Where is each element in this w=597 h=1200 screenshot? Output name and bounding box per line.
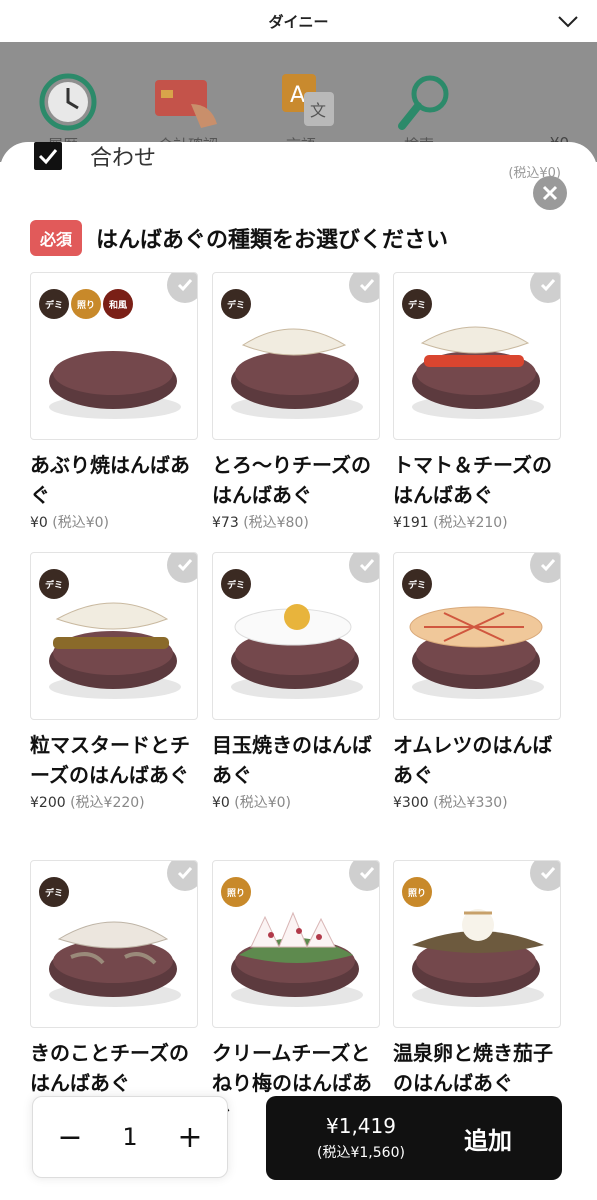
close-icon xyxy=(542,185,558,201)
sauce-tag: デミ xyxy=(221,569,251,599)
option-price: ¥191 xyxy=(393,515,429,531)
checkbox-checked[interactable] xyxy=(34,142,62,170)
option-price-tax: (税込¥210) xyxy=(433,515,508,531)
option-card[interactable]: デミとろ〜りチーズのはんばあぐ ¥73 (税込¥80) xyxy=(212,272,380,532)
decrement-button[interactable]: − xyxy=(55,1120,85,1155)
sauce-tag: デミ xyxy=(39,569,69,599)
option-card[interactable]: デミ粒マスタードとチーズのはんばあぐ ¥200 (税込¥220) xyxy=(30,552,198,812)
option-price-row: ¥0 (税込¥0) xyxy=(30,512,198,532)
hamburg-image[interactable]: デミ 照り 和風 xyxy=(30,272,198,440)
option-name: 温泉卵と焼き茄子のはんばあぐ xyxy=(393,1041,553,1095)
payment-card-icon xyxy=(146,62,226,142)
option-modal: 合わせ (税込¥0) 必須 はんばあぐの種類をお選びください デミ 照り 和風 あぶり… xyxy=(0,142,597,1200)
option-card[interactable]: デミトマト＆チーズのはんばあぐ ¥191 (税込¥210) xyxy=(393,272,561,532)
option-price-row: ¥300 (税込¥330) xyxy=(393,792,561,812)
close-button[interactable] xyxy=(533,176,567,210)
sauce-tag: デミ xyxy=(402,289,432,319)
option-price-tax: (税込¥330) xyxy=(433,795,508,811)
sauce-tag: 和風 xyxy=(103,289,133,319)
option-card[interactable]: 照り温泉卵と焼き茄子のはんばあぐ xyxy=(393,860,561,1100)
quantity-stepper: − 1 + xyxy=(32,1096,228,1178)
svg-text:A: A xyxy=(290,83,305,108)
required-badge: 必須 xyxy=(30,220,83,256)
option-price-tax: (税込¥80) xyxy=(243,515,309,531)
restaurant-title: ダイニー xyxy=(268,12,329,31)
sauce-tag: デミ xyxy=(39,289,69,319)
previous-option-label: 合わせ xyxy=(90,146,157,171)
hamburg-image[interactable]: デミ xyxy=(212,552,380,720)
total-price-tax: (税込¥1,560) xyxy=(317,1145,405,1161)
option-card[interactable]: デミオムレツのはんばあぐ ¥300 (税込¥330) xyxy=(393,552,561,812)
option-name: あぶり焼はんばあぐ xyxy=(30,453,190,507)
total-price-block: ¥1,419 (税込¥1,560) xyxy=(266,1114,456,1162)
option-price-row: ¥200 (税込¥220) xyxy=(30,792,198,812)
option-card[interactable]: デミ 照り 和風あぶり焼はんばあぐ ¥0 (税込¥0) xyxy=(30,272,198,532)
option-price: ¥0 xyxy=(30,515,48,531)
hamburg-image[interactable]: 照り xyxy=(393,860,561,1028)
app-header: ダイニー xyxy=(0,0,597,42)
option-price-tax: (税込¥0) xyxy=(234,795,292,811)
hamburg-image[interactable]: デミ xyxy=(30,552,198,720)
hamburg-image[interactable]: デミ xyxy=(393,552,561,720)
total-price: ¥1,419 xyxy=(326,1114,396,1138)
option-name: 粒マスタードとチーズのはんばあぐ xyxy=(30,733,190,787)
option-card[interactable]: 照りクリームチーズとねり梅のはんばあぐ xyxy=(212,860,380,1130)
option-price: ¥73 xyxy=(212,515,239,531)
option-price-row: ¥191 (税込¥210) xyxy=(393,512,561,532)
check-icon xyxy=(38,149,58,165)
quantity-value: 1 xyxy=(122,1123,138,1151)
option-name: 目玉焼きのはんばあぐ xyxy=(212,733,372,787)
option-name: トマト＆チーズのはんばあぐ xyxy=(393,453,552,507)
chevron-down-icon[interactable] xyxy=(555,8,581,34)
option-price: ¥300 xyxy=(393,795,429,811)
option-price-row: ¥73 (税込¥80) xyxy=(212,512,380,532)
hamburg-image[interactable]: デミ xyxy=(212,272,380,440)
add-to-order-button[interactable]: ¥1,419 (税込¥1,560) 追加 xyxy=(266,1096,562,1180)
add-label: 追加 xyxy=(464,1126,512,1155)
section-title: はんばあぐの種類をお選びください xyxy=(96,228,449,253)
svg-text:文: 文 xyxy=(310,101,326,120)
option-price: ¥200 xyxy=(30,795,66,811)
previous-option-row[interactable]: 合わせ xyxy=(34,142,156,172)
section-header: 必須 はんばあぐの種類をお選びください xyxy=(30,220,448,256)
sauce-tag: デミ xyxy=(221,289,251,319)
hamburg-image[interactable]: デミ xyxy=(30,860,198,1028)
option-card[interactable]: デミ目玉焼きのはんばあぐ ¥0 (税込¥0) xyxy=(212,552,380,812)
sauce-tag: デミ xyxy=(39,877,69,907)
hamburg-image[interactable]: デミ xyxy=(393,272,561,440)
search-icon xyxy=(386,62,466,142)
option-card[interactable]: デミきのことチーズのはんばあぐ xyxy=(30,860,198,1100)
sauce-tag: 照り xyxy=(221,877,251,907)
option-price-row: ¥0 (税込¥0) xyxy=(212,792,380,812)
option-name: きのことチーズのはんばあぐ xyxy=(30,1041,189,1095)
increment-button[interactable]: + xyxy=(175,1120,205,1155)
option-price: ¥0 xyxy=(212,795,230,811)
option-name: オムレツのはんばあぐ xyxy=(393,733,553,787)
hamburg-image[interactable]: 照り xyxy=(212,860,380,1028)
sauce-tag: 照り xyxy=(71,289,101,319)
history-icon xyxy=(28,62,108,142)
option-name: とろ〜りチーズのはんばあぐ xyxy=(212,453,371,507)
sauce-tag: デミ xyxy=(402,569,432,599)
option-price-tax: (税込¥0) xyxy=(52,515,110,531)
option-price-tax: (税込¥220) xyxy=(70,795,145,811)
sauce-tag: 照り xyxy=(402,877,432,907)
language-icon: A文 xyxy=(268,62,348,142)
